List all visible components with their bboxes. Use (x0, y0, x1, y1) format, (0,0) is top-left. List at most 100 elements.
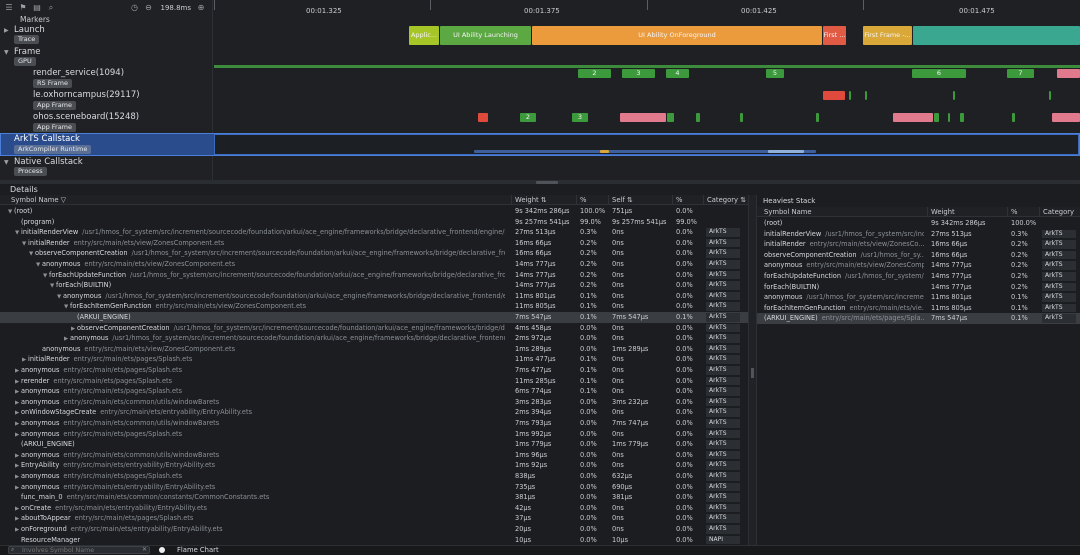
table-row[interactable]: ▶ rerender entry/src/main/ets/pages/Splash… (0, 376, 748, 387)
track-app-sceneboard[interactable]: ohos.sceneboard(15248) App Frame (0, 111, 213, 134)
table-row[interactable]: initialRenderView/usr1/hmos_for_system/s… (757, 229, 1080, 240)
collapse-caret-icon[interactable]: ▼ (4, 49, 9, 56)
rs-frame-bar-jank[interactable] (1057, 69, 1080, 78)
rs-frame-bar[interactable]: 7 (1007, 69, 1034, 78)
app2-frame-bar-jank[interactable] (478, 113, 488, 122)
table-row[interactable]: ▼ anonymous entry/src/main/ets/view/ZonesC… (0, 259, 748, 270)
app2-frame-bar-jank[interactable] (1052, 113, 1080, 122)
col-category[interactable]: Category (1039, 207, 1080, 217)
table-row[interactable]: (root) 9s 342ms 286μs 100.0% (757, 218, 1080, 229)
menu-icon[interactable]: ☰ (5, 4, 13, 12)
app2-frame-bar[interactable] (934, 113, 939, 122)
launch-bar-application[interactable]: Applic... (409, 26, 439, 45)
app2-frame-bar[interactable] (948, 113, 950, 122)
zoom-out-icon[interactable]: ⊖ (144, 4, 152, 12)
table-row[interactable]: (ARKUI_ENGINE) 1ms 779μs 0.0% 1ms 779μs 0.0%… (0, 439, 748, 450)
expand-caret-icon[interactable]: ▶ (4, 27, 9, 34)
table-row[interactable]: func_main_0 entry/src/main/ets/common/con… (0, 492, 748, 503)
history-icon[interactable]: ◷ (130, 4, 138, 12)
table-row[interactable]: ▼ forEach(BUILTIN) 14ms 777μs 0.2% 0ns 0.0% Ar… (0, 280, 748, 291)
table-row[interactable]: forEach(BUILTIN) 14ms 777μs 0.2% ArkTS (757, 282, 1080, 293)
app2-frame-bar[interactable]: 2 (520, 113, 536, 122)
app2-frame-bar-jank[interactable] (620, 113, 666, 122)
table-row[interactable]: forEachUpdateFunction/usr1/hmos_for_syst… (757, 271, 1080, 282)
time-ruler[interactable]: 00:01.325 00:01.375 00:01.425 00:01.475 (214, 0, 1080, 16)
table-row[interactable]: ▶ anonymous entry/src/main/ets/pages/Splas… (0, 365, 748, 376)
table-row[interactable]: ▼ initialRenderView/usr1/hmos_for_system/… (0, 227, 748, 238)
table-row[interactable]: forEachItemGenFunction entry/src/main/ets… (757, 303, 1080, 314)
table-row[interactable]: ▶ anonymous entry/src/main/ets/pages/Splas… (0, 429, 748, 440)
app2-frame-bar[interactable] (696, 113, 700, 122)
col-self[interactable]: Self ⇅ (608, 195, 672, 205)
table-row[interactable]: initialRender entry/src/main/ets/view/Zon… (757, 239, 1080, 250)
table-row[interactable]: ▼ anonymous/usr1/hmos_for_system/src/incr… (0, 291, 748, 302)
track-arkts-label[interactable]: ArkTS Callstack ArkCompiler Runtime (0, 133, 213, 156)
rs-frame-bar[interactable]: 2 (578, 69, 611, 78)
table-row[interactable]: ▶ onForeground entry/src/main/ets/entryabi… (0, 524, 748, 535)
table-row[interactable]: (program) 9s 257ms 541μs 99.0% 9s 257ms 541… (0, 217, 748, 228)
collapse-caret-icon[interactable]: ▼ (4, 159, 9, 166)
track-app-oxhorn[interactable]: le.oxhorncampus(29117) App Frame (0, 89, 213, 112)
table-row[interactable]: anonymous entry/src/main/ets/view/ZonesCo… (757, 260, 1080, 271)
table-row[interactable]: anonymous entry/src/main/ets/view/ZonesCo… (0, 344, 748, 355)
app2-frame-bar[interactable] (667, 113, 674, 122)
launch-bar-ability-onforeground[interactable]: UI Ability OnForeground (532, 26, 822, 45)
table-row[interactable]: ▼ forEachItemGenFunction entry/src/main/et… (0, 301, 748, 312)
table-row[interactable]: anonymous/usr1/hmos_for_system/src/incre… (757, 292, 1080, 303)
table-row[interactable]: ▶ anonymous entry/src/main/ets/pages/Splas… (0, 471, 748, 482)
table-row[interactable]: ▶ anonymous entry/src/main/ets/common/util… (0, 397, 748, 408)
symbol-filter-input[interactable] (8, 546, 150, 554)
launch-bar-ability-launching[interactable]: UI Ability Launching (440, 26, 531, 45)
col-category[interactable]: Category ⇅ (703, 195, 748, 205)
app-frame-bar[interactable] (865, 91, 867, 100)
rs-frame-bar[interactable]: 3 (622, 69, 655, 78)
col-weight[interactable]: Weight ⇅ (511, 195, 576, 205)
table-row[interactable]: ▶ onWindowStageCreate entry/src/main/ets/e… (0, 407, 748, 418)
app-frame-bar[interactable] (849, 91, 851, 100)
splitter-grip-icon[interactable] (751, 368, 754, 378)
col-weight[interactable]: Weight (927, 207, 1005, 217)
track-render-service[interactable]: render_service(1094) RS Frame (0, 67, 213, 90)
table-row[interactable]: (ARKUI_ENGINE) entry/src/main/ets/pages/S… (757, 313, 1080, 324)
table-row[interactable]: ▶ aboutToAppear entry/src/main/ets/pages/S… (0, 513, 748, 524)
col-symbol-name[interactable]: Symbol Name (761, 207, 924, 217)
app2-frame-bar[interactable] (740, 113, 743, 122)
app2-frame-bar[interactable] (816, 113, 819, 122)
app2-frame-bar[interactable]: 3 (572, 113, 588, 122)
col-self-pct[interactable]: % (672, 195, 703, 205)
table-row[interactable]: ▼ observeComponentCreation/usr1/hmos_for_… (0, 248, 748, 259)
table-row[interactable]: ▼ forEachUpdateFunction/usr1/hmos_for_sys… (0, 270, 748, 281)
flag-icon[interactable]: ⚑ (19, 4, 27, 12)
table-row[interactable]: (ARKUI_ENGINE) 7ms 547μs 0.1% 7ms 547μs 0.1%… (0, 312, 748, 323)
launch-bar-first[interactable]: First ... (823, 26, 846, 45)
zoom-in-icon[interactable]: ⊕ (197, 4, 205, 12)
table-row[interactable]: ▶ anonymous entry/src/main/ets/pages/Splas… (0, 386, 748, 397)
track-launch[interactable]: ▶ Launch Trace (0, 24, 213, 46)
col-pct[interactable]: % (1007, 207, 1039, 217)
table-row[interactable]: ▶ onCreate entry/src/main/ets/entryability… (0, 503, 748, 514)
app-frame-bar[interactable] (1049, 91, 1051, 100)
flame-chart-radio[interactable] (159, 547, 165, 553)
table-row[interactable]: ▶ EntryAbility entry/src/main/ets/entryabi… (0, 460, 748, 471)
table-row[interactable]: observeComponentCreation/usr1/hmos_for_s… (757, 250, 1080, 261)
col-weight-pct[interactable]: % (576, 195, 608, 205)
table-row[interactable]: ▶ observeComponentCreation/usr1/hmos_for_… (0, 323, 748, 334)
col-symbol-name[interactable]: Symbol Name ▽ (8, 195, 510, 205)
table-row[interactable]: ▶ anonymous entry/src/main/ets/common/util… (0, 418, 748, 429)
rs-frame-bar[interactable]: 6 (912, 69, 966, 78)
app-frame-bar-jank[interactable] (823, 91, 845, 100)
table-row[interactable]: ▶ anonymous/usr1/hmos_for_system/src/incr… (0, 333, 748, 344)
app2-frame-bar-jank[interactable] (893, 113, 933, 122)
table-row[interactable]: ▶ anonymous entry/src/main/ets/entryabilit… (0, 482, 748, 493)
table-row[interactable]: ResourceManager 10μs 0.0% 10μs 0.0% NAPI (0, 535, 748, 545)
table-row[interactable]: ▶ anonymous entry/src/main/ets/common/util… (0, 450, 748, 461)
app2-frame-bar[interactable] (960, 113, 964, 122)
table-row[interactable]: ▼ initialRender entry/src/main/ets/view/Zo… (0, 238, 748, 249)
track-frame[interactable]: ▼ Frame GPU (0, 46, 213, 68)
track-native-callstack[interactable]: ▼ Native Callstack Process (0, 156, 213, 178)
clear-icon[interactable]: ✕ (142, 546, 147, 553)
launch-bar-first-frame[interactable]: First Frame -... (863, 26, 912, 45)
rs-frame-bar[interactable]: 4 (666, 69, 689, 78)
app2-frame-bar[interactable] (1012, 113, 1015, 122)
launch-bar-next[interactable] (913, 26, 1080, 45)
